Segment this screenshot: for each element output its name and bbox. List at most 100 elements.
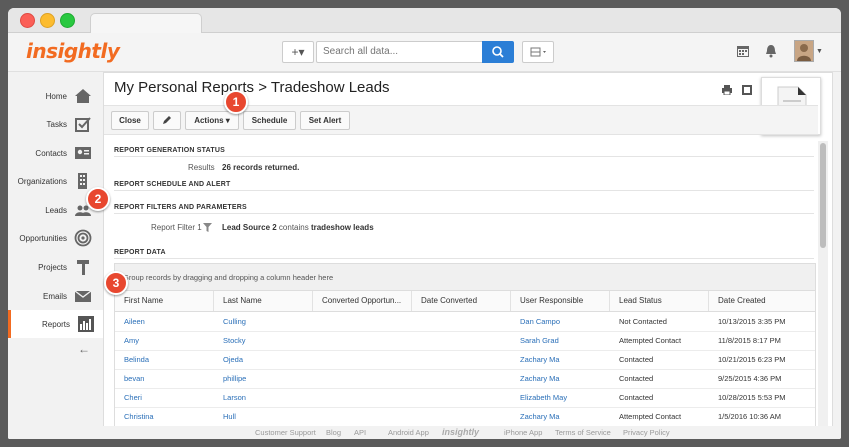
top-nav-bar: insightly +▾ Search all data... ▼ xyxy=(8,33,841,72)
sidebar-item-reports[interactable]: Reports xyxy=(8,310,105,338)
last-name-link[interactable]: phillipe xyxy=(214,369,246,388)
export-icon[interactable] xyxy=(742,85,752,95)
filters-heading: REPORT FILTERS AND PARAMETERS xyxy=(114,204,247,211)
report-grid: Group records by dragging and dropping a… xyxy=(114,263,816,439)
column-header-user-responsible[interactable]: User Responsible xyxy=(511,291,610,311)
sidebar-item-projects[interactable]: Projects xyxy=(8,253,102,281)
collapse-sidebar-arrow-icon[interactable]: ← xyxy=(78,342,90,356)
divider xyxy=(114,190,814,191)
first-name-link[interactable]: Aileen xyxy=(115,312,145,331)
search-input[interactable] xyxy=(316,41,488,63)
footer-link-support[interactable]: Customer Support xyxy=(255,428,316,437)
last-name-link[interactable]: Hull xyxy=(214,407,236,426)
close-window-button[interactable] xyxy=(20,13,35,28)
hammer-icon xyxy=(77,260,89,275)
user-avatar[interactable] xyxy=(794,40,814,62)
last-name-link[interactable]: Ojeda xyxy=(214,350,243,369)
first-name-link[interactable]: Belinda xyxy=(115,350,149,369)
user-responsible-link[interactable]: Zachary Ma xyxy=(511,350,560,369)
scrollbar-thumb[interactable] xyxy=(820,143,826,248)
person-icon xyxy=(797,44,811,61)
filter-expression: Lead Source 2 contains tradeshow leads xyxy=(222,223,374,232)
last-name-link[interactable]: Larson xyxy=(214,388,246,407)
user-responsible-link[interactable]: Zachary Ma xyxy=(511,407,560,426)
title-actions xyxy=(721,82,752,100)
user-responsible-link[interactable]: Dan Campo xyxy=(511,312,560,331)
actions-dropdown[interactable]: Actions ▾ xyxy=(185,111,239,130)
user-responsible-link[interactable]: Zachary Ma xyxy=(511,369,560,388)
column-headers: First Name Last Name Converted Opportun.… xyxy=(115,291,815,312)
sidebar-item-label: Tasks xyxy=(46,120,67,129)
sidebar-item-contacts[interactable]: Contacts xyxy=(8,139,102,167)
maximize-window-button[interactable] xyxy=(60,13,75,28)
table-row: Belinda Ojeda Zachary Ma Contacted 10/21… xyxy=(115,350,815,370)
footer: Customer Support Blog API Android App in… xyxy=(8,426,841,439)
insightly-logo[interactable]: insightly xyxy=(26,39,120,63)
date-created-cell: 1/5/2016 10:36 AM xyxy=(718,412,781,421)
last-name-link[interactable]: Stocky xyxy=(214,331,246,350)
footer-link-api[interactable]: API xyxy=(354,428,366,437)
browser-tab[interactable] xyxy=(90,13,202,34)
column-header-converted-opportunity[interactable]: Converted Opportun... xyxy=(313,291,412,311)
footer-link-privacy[interactable]: Privacy Policy xyxy=(623,428,670,437)
group-by-drop-zone[interactable]: Group records by dragging and dropping a… xyxy=(115,264,815,291)
sidebar: Home Tasks Contacts Organizations Leads … xyxy=(8,72,105,439)
column-header-date-created[interactable]: Date Created xyxy=(709,291,815,311)
filter-field: Lead Source 2 xyxy=(222,223,277,232)
footer-link-iphone[interactable]: iPhone App xyxy=(504,428,542,437)
results-label: Results xyxy=(188,163,215,172)
column-header-date-converted[interactable]: Date Converted xyxy=(412,291,511,311)
calendar-icon[interactable] xyxy=(736,44,750,58)
footer-link-android[interactable]: Android App xyxy=(388,428,429,437)
schedule-alert-heading: REPORT SCHEDULE AND ALERT xyxy=(114,181,231,188)
first-name-link[interactable]: bevan xyxy=(115,369,144,388)
table-row: Aileen Culling Dan Campo Not Contacted 1… xyxy=(115,312,815,332)
last-name-link[interactable]: Culling xyxy=(214,312,246,331)
user-responsible-link[interactable]: Sarah Grad xyxy=(511,331,559,350)
column-header-last-name[interactable]: Last Name xyxy=(214,291,313,311)
date-created-cell: 10/21/2015 6:23 PM xyxy=(718,355,786,364)
user-responsible-link[interactable]: Elizabeth May xyxy=(511,388,567,407)
sidebar-item-label: Projects xyxy=(38,263,67,272)
footer-link-terms[interactable]: Terms of Service xyxy=(555,428,611,437)
first-name-link[interactable]: Amy xyxy=(115,331,139,350)
add-new-button[interactable]: +▾ xyxy=(282,41,314,63)
lead-status-cell: Contacted xyxy=(619,393,654,402)
first-name-link[interactable]: Christina xyxy=(115,407,154,426)
filter-value: tradeshow leads xyxy=(310,223,374,232)
bar-chart-icon xyxy=(78,316,94,332)
sidebar-item-opportunities[interactable]: Opportunities xyxy=(8,224,102,252)
page-title: My Personal Reports > Tradeshow Leads xyxy=(114,79,390,96)
schedule-button[interactable]: Schedule xyxy=(243,111,296,130)
table-row: Christina Hull Zachary Ma Attempted Cont… xyxy=(115,407,815,427)
table-row: Amy Stocky Sarah Grad Attempted Contact … xyxy=(115,331,815,351)
date-created-cell: 10/13/2015 3:35 PM xyxy=(718,317,786,326)
footer-logo: insightly xyxy=(442,427,480,437)
edit-button[interactable] xyxy=(153,111,181,130)
divider xyxy=(114,258,814,259)
sidebar-item-emails[interactable]: Emails xyxy=(8,282,102,310)
lead-status-cell: Attempted Contact xyxy=(619,412,682,421)
sidebar-item-home[interactable]: Home xyxy=(8,82,102,110)
callout-badge-3: 3 xyxy=(104,271,128,295)
vertical-scrollbar[interactable] xyxy=(818,141,828,439)
column-header-lead-status[interactable]: Lead Status xyxy=(610,291,709,311)
report-data-heading: REPORT DATA xyxy=(114,249,166,256)
minimize-window-button[interactable] xyxy=(40,13,55,28)
filter-label: Report Filter 1 xyxy=(151,223,202,232)
close-button[interactable]: Close xyxy=(111,111,149,130)
table-row: Cheri Larson Elizabeth May Contacted 10/… xyxy=(115,388,815,408)
bell-icon[interactable] xyxy=(765,44,777,58)
first-name-link[interactable]: Cheri xyxy=(115,388,142,407)
column-header-first-name[interactable]: First Name xyxy=(115,291,214,311)
contact-card-icon xyxy=(75,147,91,159)
print-icon[interactable] xyxy=(721,85,732,96)
apps-menu-button[interactable] xyxy=(522,41,554,63)
search-button[interactable] xyxy=(482,41,514,63)
chevron-down-icon[interactable]: ▼ xyxy=(816,48,823,55)
callout-badge-2: 2 xyxy=(86,187,110,211)
footer-link-blog[interactable]: Blog xyxy=(326,428,341,437)
set-alert-button[interactable]: Set Alert xyxy=(300,111,350,130)
divider xyxy=(114,156,814,157)
sidebar-item-tasks[interactable]: Tasks xyxy=(8,110,102,138)
